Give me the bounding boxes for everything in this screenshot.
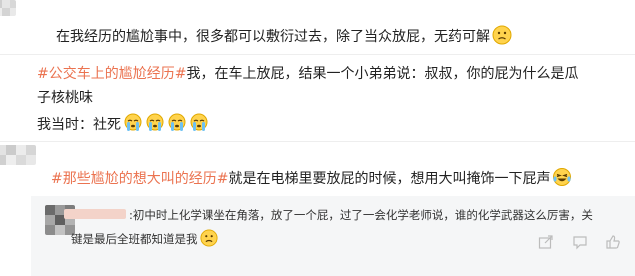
divider (0, 141, 635, 142)
comment-text: 我当时：社死 (37, 113, 209, 141)
reply-block: :初中时上化学课坐在角落，放了一个屁，过了一会化学老师说，谁的化学武器这么厉害，… (31, 196, 635, 276)
comment-text: #公交车上的尴尬经历#我，在车上放屁，结果一个小弟弟说：叔叔，你的屁为什么是瓜 (37, 62, 578, 86)
comment-text: #那些尴尬的想大叫的经历#就是在电梯里要放屁的时候，想用大叫掩饰一下屁声 (51, 167, 572, 195)
username[interactable] (64, 209, 126, 219)
comment-body: 我当时：社死 (37, 117, 121, 133)
comment-text: 在我经历的尴尬事中，很多都可以敷衍过去，除了当众放屁，无药可解 (56, 25, 512, 53)
comment-body: 我，在车上放屁，结果一个小弟弟说：叔叔，你的屁为什么是瓜 (186, 66, 579, 82)
hashtag-link[interactable]: #公交车上的尴尬经历# (37, 66, 186, 82)
avatar[interactable] (0, 0, 16, 16)
reply-text: 键是最后全班都知道是我 (71, 229, 218, 253)
cry-emoji (123, 113, 143, 141)
hashtag-link[interactable]: #那些尴尬的想大叫的经历# (51, 171, 228, 187)
divider (0, 54, 635, 55)
comment-icon[interactable] (572, 234, 588, 254)
sad-face-emoji (199, 229, 218, 253)
avatar[interactable] (0, 145, 36, 165)
cry-emoji (145, 113, 165, 141)
comment-body: 在我经历的尴尬事中，很多都可以敷衍过去，除了当众放屁，无药可解 (56, 29, 490, 45)
cry-emoji (167, 113, 187, 141)
share-icon[interactable] (538, 234, 554, 254)
comment-body: 就是在电梯里要放屁的时候，想用大叫掩饰一下屁声 (228, 171, 551, 187)
reply-text: :初中时上化学课坐在角落，放了一个屁，过了一会化学老师说，谁的化学武器这么厉害，… (129, 205, 593, 225)
reply-body: :初中时上化学课坐在角落，放了一个屁，过了一会化学老师说，谁的化学武器这么厉害，… (129, 208, 593, 222)
cry-emoji (189, 113, 209, 141)
comment-body: 子核桃味 (37, 90, 93, 106)
like-icon[interactable] (605, 234, 621, 254)
reply-body: 键是最后全班都知道是我 (71, 232, 198, 246)
laugh-cry-emoji (552, 167, 572, 195)
comment-text: 子核桃味 (37, 86, 93, 110)
sad-face-emoji (492, 25, 512, 53)
